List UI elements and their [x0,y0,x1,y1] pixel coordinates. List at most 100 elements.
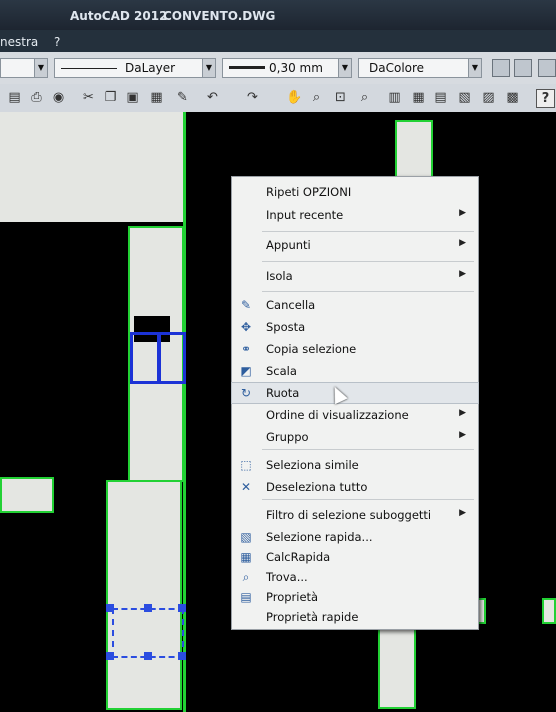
find-icon: ⌕ [242,570,250,584]
calculator-icon[interactable]: ▩ [504,89,521,106]
standard-toolbar: ▤ ⎙ ◉ ✂ ❐ ▣ ▦ ✎ ↶ ↷ ✋ ⌕ ⊡ ⌕ ▥ ▦ ▤ ▧ ▨ ▩ … [0,84,556,113]
menu-item-filtro-selezione[interactable]: Filtro di selezione suboggetti ▶ [232,505,478,525]
move-icon: ✥ [240,320,252,334]
wall-bottom-right [378,622,416,709]
linetype-value: DaLayer [125,61,176,75]
redo-icon[interactable]: ↷ [244,89,261,106]
wall-top-right [395,120,433,184]
menu-item-ordine-visualizzazione[interactable]: Ordine di visualizzazione ▶ [232,405,478,425]
menu-item-trova[interactable]: ⌕ Trova... [232,567,478,587]
paste-icon[interactable]: ▣ [124,89,141,106]
app-title: AutoCAD 2012 [70,9,168,23]
selected-window-right[interactable] [158,332,186,384]
menu-separator [262,291,474,292]
grip-handle[interactable] [144,604,152,612]
menu-item-copia-selezione[interactable]: ⚭ Copia selezione [232,339,478,359]
zoom-window-icon[interactable]: ⊡ [332,89,349,106]
undo-icon[interactable]: ↶ [204,89,221,106]
cut-icon[interactable]: ✂ [80,89,97,106]
quick-select-icon: ▧ [240,530,252,544]
color-dropdown[interactable]: ▼ [0,58,48,78]
select-similar-icon: ⬚ [240,458,252,472]
calculator-icon: ▦ [240,550,252,564]
submenu-arrow-icon: ▶ [459,269,466,279]
menu-item-calcrapida[interactable]: ▦ CalcRapida [232,547,478,567]
submenu-arrow-icon: ▶ [459,508,466,518]
menu-separator [262,231,474,232]
menu-item-proprieta[interactable]: ▤ Proprietà [232,587,478,607]
menu-item-input-recente[interactable]: Input recente ▶ [232,205,478,225]
grip-handle[interactable] [178,604,186,612]
lineweight-value: 0,30 mm [269,61,323,75]
print-icon[interactable]: ⎙ [28,89,45,106]
menu-separator [262,449,474,450]
grip-handle[interactable] [144,652,152,660]
help-icon[interactable]: ? [536,89,555,108]
wall-block-edge [542,598,556,624]
open-icon[interactable]: ▤ [6,89,23,106]
chevron-down-icon: ▼ [338,59,351,77]
match-properties-icon[interactable]: ✎ [174,89,191,106]
menu-item-proprieta-rapide[interactable]: Proprietà rapide [232,607,478,627]
publish-icon[interactable]: ◉ [50,89,67,106]
sheet-set-icon[interactable]: ▧ [456,89,473,106]
zoom-previous-icon[interactable]: ⌕ [356,89,373,106]
deselect-icon: ✕ [240,480,252,494]
properties-toolbar: ▼ DaLayer ▼ 0,30 mm ▼ DaColore ▼ [0,52,556,84]
linetype-preview [61,68,117,69]
plotstyle-value: DaColore [369,61,425,75]
selected-window-left[interactable] [130,332,160,384]
plotstyle-dropdown[interactable]: DaColore ▼ [358,58,482,78]
design-center-icon[interactable]: ▦ [410,89,427,106]
layer-icon[interactable] [492,59,510,77]
menu-item-help[interactable]: ? [54,35,60,49]
menu-separator [262,261,474,262]
paste-special-icon[interactable]: ▦ [148,89,165,106]
menu-item-gruppo[interactable]: Gruppo ▶ [232,427,478,447]
menu-bar: nestra ? [0,30,556,52]
layer-states-icon[interactable] [514,59,532,77]
copy-icon[interactable]: ❐ [102,89,119,106]
menu-item-isola[interactable]: Isola ▶ [232,266,478,286]
wall-top-left [0,112,186,222]
erase-icon: ✎ [240,298,252,312]
lineweight-preview [229,66,265,69]
menu-separator [262,499,474,500]
zoom-realtime-icon[interactable]: ⌕ [308,89,325,106]
menu-item-finestra[interactable]: nestra [0,35,38,49]
menu-item-scala[interactable]: ◩ Scala [232,361,478,381]
copy-icon: ⚭ [240,342,252,356]
grip-handle[interactable] [178,652,186,660]
menu-item-ruota[interactable]: ↻ Ruota [231,382,479,404]
document-title: CONVENTO.DWG [163,9,276,23]
title-bar: AutoCAD 2012 CONVENTO.DWG [0,0,556,30]
chevron-down-icon: ▼ [468,59,481,77]
lineweight-dropdown[interactable]: 0,30 mm ▼ [222,58,352,78]
submenu-arrow-icon: ▶ [459,238,466,248]
properties-icon: ▤ [240,590,252,604]
submenu-arrow-icon: ▶ [459,430,466,440]
menu-item-deseleziona-tutto[interactable]: ✕ Deseleziona tutto [232,477,478,497]
menu-item-appunti[interactable]: Appunti ▶ [232,235,478,255]
menu-item-ripeti-opzioni[interactable]: Ripeti OPZIONI [232,182,478,202]
menu-item-cancella[interactable]: ✎ Cancella [232,295,478,315]
markup-icon[interactable]: ▨ [480,89,497,106]
menu-item-sposta[interactable]: ✥ Sposta [232,317,478,337]
selected-object[interactable] [112,608,184,658]
properties-icon[interactable]: ▥ [386,89,403,106]
wall-lower [106,480,182,710]
chevron-down-icon: ▼ [34,59,47,77]
pan-icon[interactable]: ✋ [286,89,303,106]
menu-item-selezione-rapida[interactable]: ▧ Selezione rapida... [232,527,478,547]
submenu-arrow-icon: ▶ [459,208,466,218]
menu-item-seleziona-simile[interactable]: ⬚ Seleziona simile [232,455,478,475]
rotate-icon: ↻ [240,386,252,400]
layer-match-icon[interactable] [538,59,556,77]
wall-stub-left [0,477,54,513]
linetype-dropdown[interactable]: DaLayer ▼ [54,58,216,78]
grip-handle[interactable] [106,604,114,612]
tool-palettes-icon[interactable]: ▤ [432,89,449,106]
submenu-arrow-icon: ▶ [459,408,466,418]
scale-icon: ◩ [240,364,252,378]
grip-handle[interactable] [106,652,114,660]
